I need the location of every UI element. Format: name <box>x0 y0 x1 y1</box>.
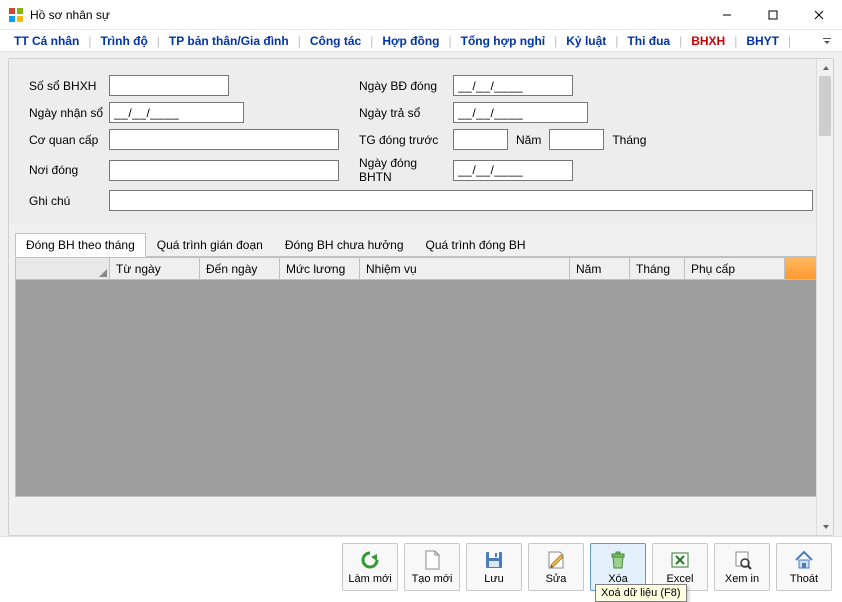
panel: Số sổ BHXH Ngày BĐ đóng Ngày nhận sổ Ngà… <box>8 58 834 536</box>
subtab-dong-bh-chua-huong[interactable]: Đóng BH chưa hưởng <box>274 233 415 256</box>
tab-tt-ca-nhan[interactable]: TT Cá nhân <box>6 32 87 50</box>
label-so-so-bhxh: Số sổ BHXH <box>29 79 109 93</box>
edit-label: Sửa <box>546 573 567 585</box>
label-thang: Tháng <box>612 133 646 147</box>
input-so-so-bhxh[interactable] <box>109 75 229 96</box>
delete-button[interactable]: Xóa Xoá dữ liệu (F8) <box>590 543 646 591</box>
maximize-button[interactable] <box>750 0 796 30</box>
save-icon <box>483 549 505 571</box>
preview-label: Xem in <box>725 573 759 585</box>
grid-col-phu-cap[interactable]: Phụ cấp <box>685 258 785 279</box>
tab-tp-ban-than[interactable]: TP bản thân/Gia đình <box>161 32 297 50</box>
scroll-thumb[interactable] <box>819 76 831 136</box>
input-ngay-bd-dong[interactable] <box>453 75 573 96</box>
label-ngay-bd-dong: Ngày BĐ đóng <box>359 79 453 93</box>
input-ngay-dong-bhtn[interactable] <box>453 160 573 181</box>
label-ghi-chu: Ghi chú <box>29 194 109 208</box>
tab-thi-dua[interactable]: Thi đua <box>619 32 678 50</box>
tab-bhxh[interactable]: BHXH <box>683 32 733 50</box>
exit-button[interactable]: Thoát <box>776 543 832 591</box>
label-noi-dong: Nơi đóng <box>29 163 109 177</box>
tab-bhyt[interactable]: BHYT <box>738 32 787 50</box>
grid-row-header[interactable] <box>16 258 110 279</box>
grid-col-muc-luong[interactable]: Mức lương <box>280 258 360 279</box>
preview-button[interactable]: Xem in <box>714 543 770 591</box>
tooltip-delete: Xoá dữ liệu (F8) <box>595 584 687 602</box>
grid-col-nam[interactable]: Năm <box>570 258 630 279</box>
grid-col-den-ngay[interactable]: Đến ngày <box>200 258 280 279</box>
scroll-up-icon[interactable] <box>817 59 834 76</box>
label-tg-dong-truoc: TG đóng trước <box>359 133 453 147</box>
grid-header: Từ ngày Đến ngày Mức lương Nhiệm vụ Năm … <box>16 258 826 280</box>
edit-button[interactable]: Sửa <box>528 543 584 591</box>
tab-ky-luat[interactable]: Kỷ luật <box>558 32 614 50</box>
tab-hop-dong[interactable]: Hợp đồng <box>374 32 447 50</box>
input-tg-thang[interactable] <box>549 129 604 150</box>
tab-tong-hop-nghi[interactable]: Tổng hợp nghỉ <box>453 32 554 50</box>
input-ghi-chu[interactable] <box>109 190 813 211</box>
sub-tabs: Đóng BH theo tháng Quá trình gián đoạn Đ… <box>15 233 827 257</box>
window-title: Hồ sơ nhân sự <box>30 8 704 22</box>
bottom-toolbar: Làm mới Tạo mới Lưu Sửa Xóa Xoá dữ liệu … <box>0 536 842 596</box>
vertical-scrollbar[interactable] <box>816 59 833 535</box>
subtab-qua-trinh-dong-bh[interactable]: Quá trình đóng BH <box>415 233 537 256</box>
label-ngay-nhan-so: Ngày nhận sổ <box>29 106 109 120</box>
data-grid[interactable]: Từ ngày Đến ngày Mức lương Nhiệm vụ Năm … <box>15 257 827 497</box>
exit-label: Thoát <box>790 573 818 585</box>
title-bar: Hồ sơ nhân sự <box>0 0 842 30</box>
excel-icon <box>669 549 691 571</box>
input-ngay-nhan-so[interactable] <box>109 102 244 123</box>
input-ngay-tra-so[interactable] <box>453 102 588 123</box>
grid-col-thang[interactable]: Tháng <box>630 258 685 279</box>
scroll-down-icon[interactable] <box>817 518 834 535</box>
tab-cong-tac[interactable]: Công tác <box>302 32 369 50</box>
label-ngay-tra-so: Ngày trả sổ <box>359 106 453 120</box>
print-preview-icon <box>731 549 753 571</box>
input-tg-nam[interactable] <box>453 129 508 150</box>
save-button[interactable]: Lưu <box>466 543 522 591</box>
save-label: Lưu <box>484 573 504 585</box>
grid-col-nhiem-vu[interactable]: Nhiệm vụ <box>360 258 570 279</box>
input-co-quan-cap[interactable] <box>109 129 339 150</box>
new-label: Tạo mới <box>412 573 453 585</box>
refresh-label: Làm mới <box>348 573 391 585</box>
label-co-quan-cap: Cơ quan cấp <box>29 133 109 147</box>
main-tabs: TT Cá nhân| Trình độ| TP bản thân/Gia đì… <box>0 30 842 52</box>
grid-col-tu-ngay[interactable]: Từ ngày <box>110 258 200 279</box>
close-button[interactable] <box>796 0 842 30</box>
subtab-dong-bh-theo-thang[interactable]: Đóng BH theo tháng <box>15 233 146 257</box>
tab-trinh-do[interactable]: Trình độ <box>92 32 155 50</box>
refresh-icon <box>359 549 381 571</box>
home-icon <box>793 549 815 571</box>
label-nam: Năm <box>516 133 541 147</box>
new-file-icon <box>421 549 443 571</box>
input-noi-dong[interactable] <box>109 160 339 181</box>
work-area: Số sổ BHXH Ngày BĐ đóng Ngày nhận sổ Ngà… <box>0 52 842 536</box>
edit-icon <box>545 549 567 571</box>
refresh-button[interactable]: Làm mới <box>342 543 398 591</box>
trash-icon <box>607 549 629 571</box>
app-icon <box>8 7 24 23</box>
subtab-qua-trinh-gian-doan[interactable]: Quá trình gián đoạn <box>146 233 274 256</box>
minimize-button[interactable] <box>704 0 750 30</box>
new-button[interactable]: Tạo mới <box>404 543 460 591</box>
tabs-overflow-button[interactable] <box>820 34 834 48</box>
form-area: Số sổ BHXH Ngày BĐ đóng Ngày nhận sổ Ngà… <box>9 59 833 225</box>
label-ngay-dong-bhtn: Ngày đóng BHTN <box>359 156 453 184</box>
